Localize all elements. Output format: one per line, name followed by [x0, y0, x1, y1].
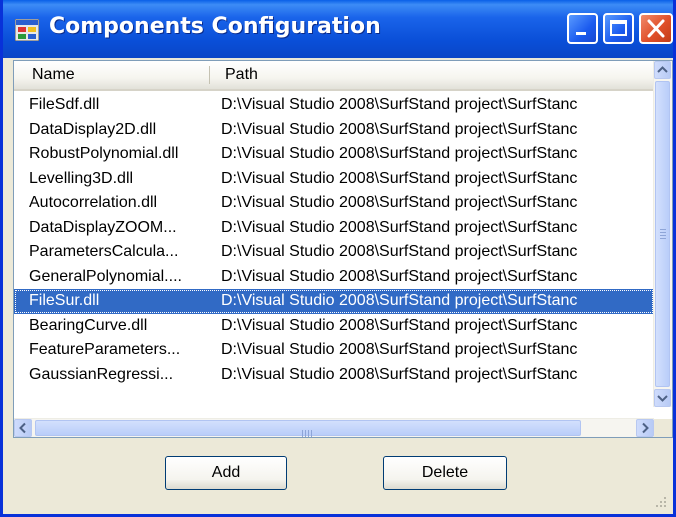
minimize-button[interactable]	[567, 13, 598, 44]
column-divider[interactable]	[209, 66, 210, 84]
list-item[interactable]: DataDisplayZOOM... D:\Visual Studio 2008\…	[14, 216, 654, 241]
item-path: D:\Visual Studio 2008\SurfStand project\…	[221, 194, 578, 211]
list-item[interactable]: FileSur.dll D:\Visual Studio 2008\SurfSta…	[14, 289, 654, 314]
item-path: D:\Visual Studio 2008\SurfStand project\…	[221, 341, 578, 358]
item-name: DataDisplay2D.dll	[29, 120, 157, 138]
list-item[interactable]: GeneralPolynomial.... D:\Visual Studio 20…	[14, 265, 654, 290]
list-item[interactable]: ParametersCalcula... D:\Visual Studio 200…	[14, 240, 654, 265]
vertical-scroll-thumb[interactable]	[655, 81, 670, 387]
column-header-name[interactable]: Name	[32, 61, 75, 89]
item-name: Levelling3D.dll	[29, 169, 134, 187]
components-configuration-window: Components Configuration Name Path FileS…	[0, 0, 676, 517]
item-path: D:\Visual Studio 2008\SurfStand project\…	[221, 120, 578, 138]
item-name: GeneralPolynomial....	[29, 267, 182, 285]
add-button[interactable]: Add	[165, 456, 287, 490]
item-path: D:\Visual Studio 2008\SurfStand project\…	[221, 365, 578, 383]
title-bar[interactable]: Components Configuration	[3, 0, 673, 58]
chevron-right-icon	[642, 422, 649, 434]
list-item[interactable]: FileSdf.dll D:\Visual Studio 2008\SurfSta…	[14, 93, 654, 118]
window-title: Components Configuration	[49, 14, 381, 39]
list-item[interactable]: BearingCurve.dll D:\Visual Studio 2008\Su…	[14, 314, 654, 339]
item-path: D:\Visual Studio 2008\SurfStand project\…	[221, 145, 578, 162]
maximize-button[interactable]	[603, 13, 634, 44]
list-header: Name Path	[14, 61, 654, 91]
item-path: D:\Visual Studio 2008\SurfStand project\…	[221, 292, 578, 309]
grip-icon	[660, 229, 666, 241]
item-name: FileSur.dll	[29, 292, 100, 309]
list-item[interactable]: GaussianRegressi... D:\Visual Studio 2008…	[14, 363, 654, 388]
resize-grip-icon[interactable]	[655, 496, 667, 508]
scroll-down-button[interactable]	[654, 389, 671, 407]
scroll-up-button[interactable]	[654, 61, 671, 79]
horizontal-scrollbar[interactable]	[14, 418, 654, 437]
delete-button[interactable]: Delete	[383, 456, 507, 490]
maximize-icon	[610, 20, 627, 36]
item-path: D:\Visual Studio 2008\SurfStand project\…	[221, 96, 578, 113]
item-name: GaussianRegressi...	[29, 365, 174, 383]
app-icon	[15, 19, 39, 41]
list-item[interactable]: Levelling3D.dll D:\Visual Studio 2008\Sur…	[14, 167, 654, 192]
chevron-up-icon	[657, 66, 668, 73]
scrollbar-corner	[654, 419, 672, 437]
item-name: Autocorrelation.dll	[29, 194, 158, 211]
column-header-path[interactable]: Path	[225, 61, 258, 89]
horizontal-scroll-thumb[interactable]	[35, 420, 581, 437]
chevron-down-icon	[657, 395, 668, 402]
list-item[interactable]: RobustPolynomial.dll D:\Visual Studio 200…	[14, 142, 654, 167]
minimize-icon	[576, 32, 586, 35]
list-item[interactable]: FeatureParameters... D:\Visual Studio 200…	[14, 338, 654, 363]
item-path: D:\Visual Studio 2008\SurfStand project\…	[221, 267, 578, 285]
close-button[interactable]	[639, 13, 673, 44]
list-item[interactable]: DataDisplay2D.dll D:\Visual Studio 2008\S…	[14, 118, 654, 143]
vertical-scrollbar[interactable]	[653, 61, 672, 407]
item-name: BearingCurve.dll	[29, 316, 148, 334]
item-name: FileSdf.dll	[29, 96, 100, 113]
scroll-left-button[interactable]	[14, 419, 32, 437]
item-name: DataDisplayZOOM...	[29, 218, 177, 236]
components-list[interactable]: Name Path FileSdf.dll D:\Visual Studio 20…	[13, 60, 673, 438]
list-rows: FileSdf.dll D:\Visual Studio 2008\SurfSta…	[14, 93, 654, 387]
chevron-left-icon	[19, 422, 26, 434]
item-path: D:\Visual Studio 2008\SurfStand project\…	[221, 316, 578, 334]
item-name: ParametersCalcula...	[29, 243, 179, 260]
list-item[interactable]: Autocorrelation.dll D:\Visual Studio 2008…	[14, 191, 654, 216]
item-name: FeatureParameters...	[29, 341, 181, 358]
item-path: D:\Visual Studio 2008\SurfStand project\…	[221, 243, 578, 260]
close-icon	[647, 19, 665, 38]
grip-icon	[302, 425, 316, 437]
item-path: D:\Visual Studio 2008\SurfStand project\…	[221, 218, 578, 236]
item-name: RobustPolynomial.dll	[29, 145, 179, 162]
item-path: D:\Visual Studio 2008\SurfStand project\…	[221, 169, 578, 187]
scroll-right-button[interactable]	[636, 419, 654, 437]
